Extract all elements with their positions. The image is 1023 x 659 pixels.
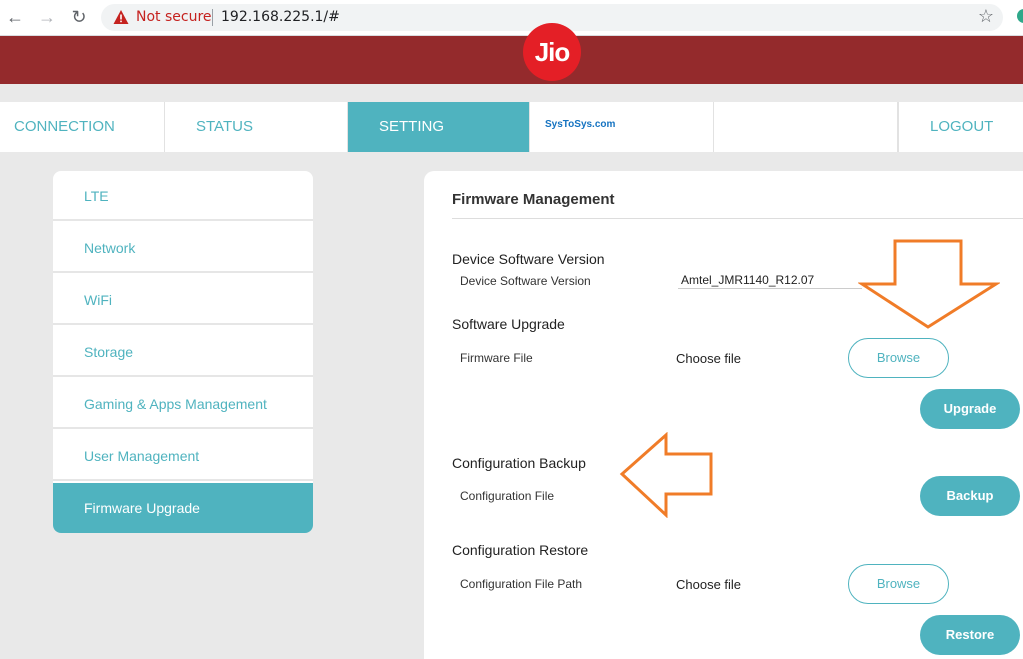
down-arrow-annotation-icon (858, 239, 1000, 329)
tab-setting[interactable]: SETTING (348, 102, 530, 152)
left-arrow-annotation-icon (619, 432, 713, 518)
main-nav: CONNECTION STATUS SETTING SysToSys.com L… (0, 102, 1023, 152)
upgrade-button[interactable]: Upgrade (920, 389, 1020, 429)
browser-toolbar: ← → ↻ Not secure 192.168.225.1/# ☆ (0, 0, 1023, 36)
section-title-config-backup: Configuration Backup (452, 455, 586, 471)
extension-icon[interactable] (1017, 9, 1023, 23)
sidebar-item-network[interactable]: Network (53, 223, 313, 273)
sidebar-item-lte[interactable]: LTE (53, 171, 313, 221)
browse-firmware-button[interactable]: Browse (848, 338, 949, 378)
tab-label: SETTING (379, 118, 445, 135)
forward-arrow-icon[interactable]: → (36, 6, 58, 28)
browse-config-button[interactable]: Browse (848, 564, 949, 604)
sidebar-item-wifi[interactable]: WiFi (53, 275, 313, 325)
divider (212, 9, 213, 26)
section-title-software-upgrade: Software Upgrade (452, 316, 565, 332)
settings-sidebar: LTE Network WiFi Storage Gaming & Apps M… (53, 171, 313, 533)
restore-button[interactable]: Restore (920, 615, 1020, 655)
device-version-value: Amtel_JMR1140_R12.07 (681, 273, 815, 287)
header-banner (0, 36, 1023, 84)
config-file-label: Configuration File (460, 489, 555, 503)
url-text[interactable]: 192.168.225.1/# (221, 9, 340, 25)
watermark-text: SysToSys.com (545, 119, 616, 130)
warning-icon (113, 10, 129, 24)
config-file-path-label: Configuration File Path (460, 577, 583, 591)
jio-logo: Jio (523, 23, 581, 81)
panel-title: Firmware Management (452, 191, 615, 208)
bookmark-star-icon[interactable]: ☆ (978, 6, 994, 27)
device-version-label: Device Software Version (460, 274, 591, 288)
backup-button[interactable]: Backup (920, 476, 1020, 516)
tab-connection[interactable]: CONNECTION (0, 102, 165, 152)
firmware-file-label: Firmware File (460, 351, 533, 365)
divider (452, 218, 1023, 219)
firmware-file-input[interactable]: Choose file (676, 351, 741, 366)
reload-icon[interactable]: ↻ (68, 6, 90, 28)
tab-empty: SysToSys.com (530, 102, 714, 152)
section-title-device-version: Device Software Version (452, 251, 605, 267)
tab-logout[interactable]: LOGOUT (898, 102, 1023, 152)
security-status[interactable]: Not secure (136, 9, 212, 25)
sidebar-item-storage[interactable]: Storage (53, 327, 313, 377)
section-title-config-restore: Configuration Restore (452, 542, 589, 558)
config-file-input[interactable]: Choose file (676, 577, 741, 592)
tab-blank (714, 102, 898, 152)
sidebar-item-user-management[interactable]: User Management (53, 431, 313, 481)
tab-label: STATUS (196, 118, 253, 135)
divider (678, 288, 862, 289)
tab-label: LOGOUT (930, 118, 994, 135)
tab-status[interactable]: STATUS (165, 102, 348, 152)
sidebar-item-firmware-upgrade[interactable]: Firmware Upgrade (53, 483, 313, 533)
sidebar-item-gaming-apps[interactable]: Gaming & Apps Management (53, 379, 313, 429)
back-arrow-icon[interactable]: ← (4, 6, 26, 28)
tab-label: CONNECTION (14, 118, 115, 135)
